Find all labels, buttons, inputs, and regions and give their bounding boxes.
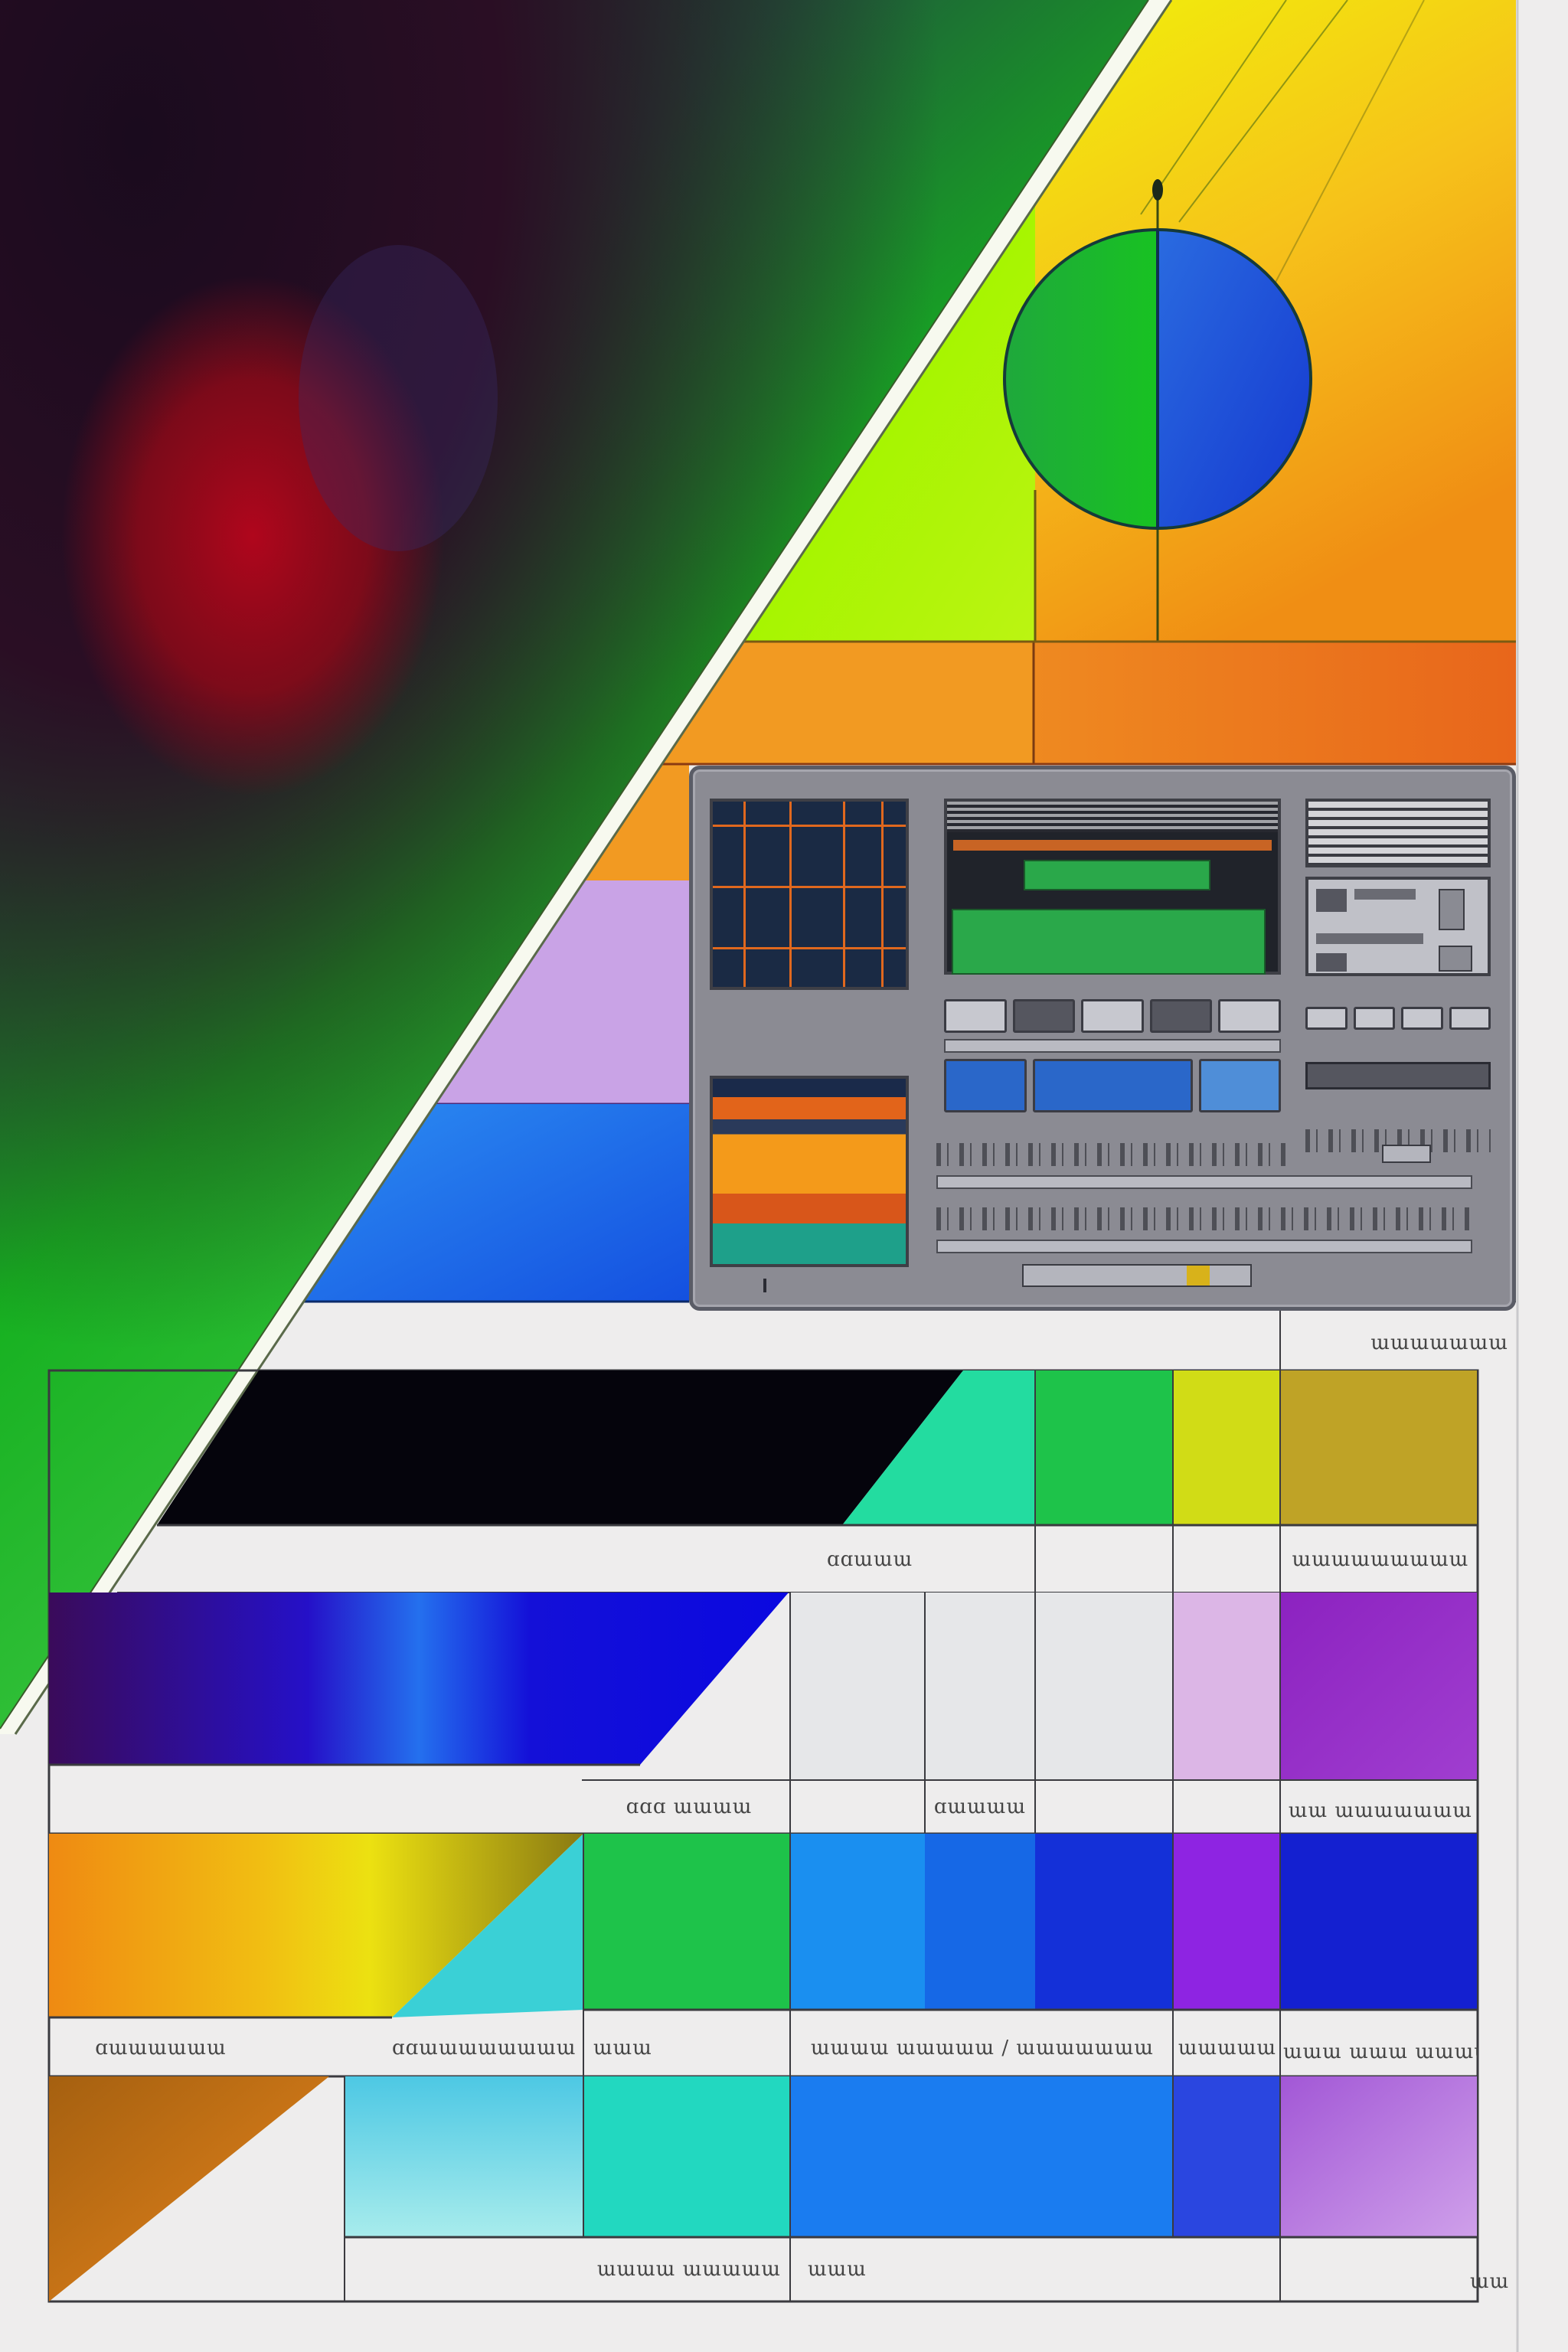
button-row [944,999,1281,1033]
blue-cell [925,1834,1035,2010]
row3-label-d: ɯɯɯɯ ɯɯɯɯɯ / ɯɯɯɯɯɯɯ [810,2037,1155,2060]
deep-blue-cell [1173,2076,1280,2237]
row1-right-label: ɯɯɯɯɯɯɯɯɯ [1292,1548,1469,1571]
row4-label-b: ɯɯɯ [808,2258,867,2281]
corner-label: ɯɯ [1470,2270,1508,2293]
header-label: ɯɯɯɯɯɯɯ [1370,1331,1508,1354]
lime-cell [1173,1370,1280,1525]
row2-left-label: ɑɑɑ ɯɯɯɯ [626,1795,753,1818]
row3-label-e: ɯɯɯɯɯ [1178,2037,1277,2060]
green-cell-2 [583,1834,790,2010]
row3-label-a: ɑɯɯɯɯɯɯ [95,2037,227,2060]
side-panel [1305,799,1491,867]
row2-center-label: ɑɯɯɯɯ [933,1795,1027,1818]
olive-cell [1280,1370,1478,1525]
row3-label-b: ɑɑɯɯɯɯɯɯɯɯ [392,2037,576,2060]
green-cell [1035,1370,1173,1525]
row3-label-f: ɯɯɯ ɯɯɯ ɯɯɯɯɯ [1283,2040,1478,2063]
aqua-cell [583,2076,790,2237]
row3-label-c: ɯɯɯ [593,2037,652,2060]
control-panel-icon [689,766,1516,1311]
black-band [157,1370,963,1525]
indigo-cell [1280,1834,1478,2010]
lilac-cell [1280,2076,1478,2237]
row1-center-label: ɑɑɯɯɯ [827,1548,913,1571]
cyan-cell [345,2076,583,2237]
row4-label-a: ɯɯɯɯ ɯɯɯɯɯ [596,2258,781,2281]
royal-cell [1035,1834,1173,2010]
grid-screen [710,799,909,990]
main-screen [944,799,1281,975]
sky-cell [790,1834,925,2010]
pink-cell [1173,1592,1280,1780]
color-bar-screen [710,1076,909,1267]
azure-cell [790,2076,1173,2237]
row2-right-label: ɯɯ ɯɯɯɯɯɯɯ [1288,1799,1473,1822]
purple-cell [1173,1834,1280,2010]
violet-cell [1280,1592,1478,1780]
